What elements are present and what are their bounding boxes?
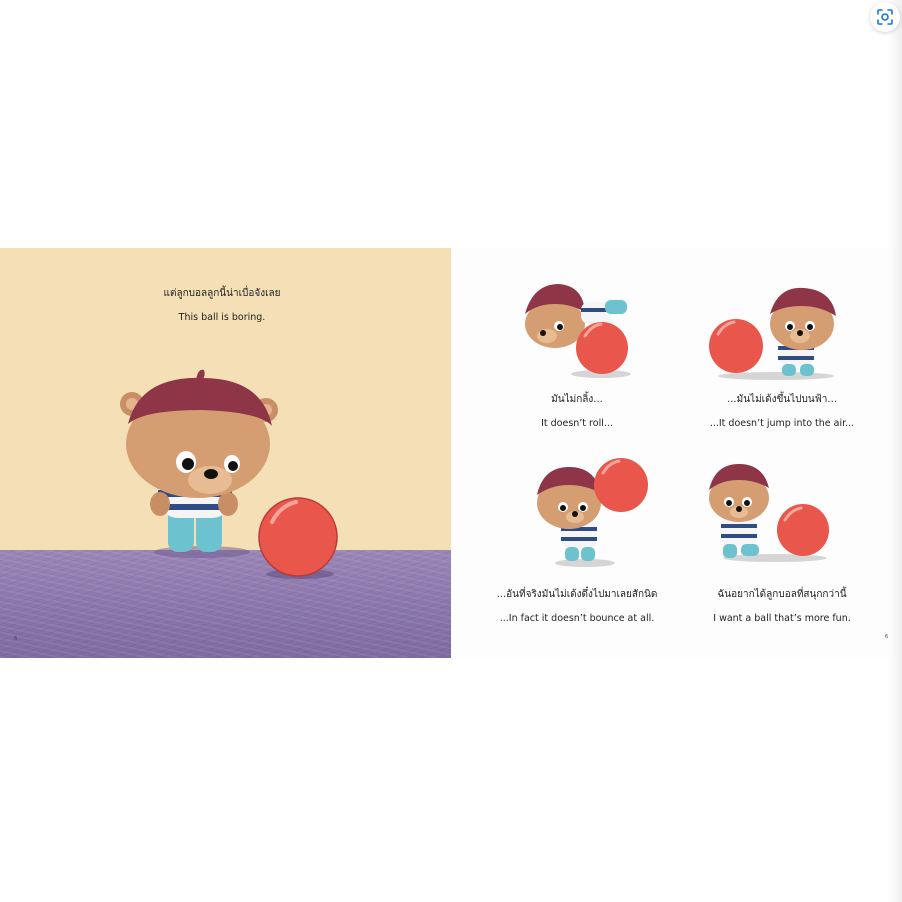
left-thai-text: แต่ลูกบอลลูกนี้น่าเบื่อจังเลย bbox=[163, 288, 281, 299]
panel-4-english: I want a ball that’s more fun. bbox=[713, 613, 851, 624]
panel-1-illustration bbox=[525, 284, 631, 378]
panel-3-thai: ...อันที่จริงมันไม่เด้งดึ๋งไปมาเลยสักนิด bbox=[496, 589, 658, 600]
panel-3-english: ...In fact it doesn’t bounce at all. bbox=[499, 613, 655, 624]
panel-1-english: It doesn’t roll... bbox=[541, 418, 613, 429]
right-page: มันไม่กลิ้ง... It doesn’t roll... ...มัน… bbox=[451, 248, 889, 658]
panel-2-thai: ...มันไม่เด้งขึ้นไปบนฟ้า... bbox=[727, 394, 837, 405]
lens-search-button[interactable] bbox=[870, 2, 900, 32]
book-spread: แต่ลูกบอลลูกนี้น่าเบื่อจังเลย This ball … bbox=[0, 248, 902, 658]
panel-2-english: ...It doesn’t jump into the air... bbox=[709, 418, 855, 429]
panel-4-illustration bbox=[709, 464, 829, 562]
panel-4-thai: ฉันอยากได้ลูกบอลที่สนุกกว่านี้ bbox=[717, 589, 847, 600]
lens-search-icon bbox=[877, 9, 893, 25]
red-ball-large bbox=[258, 497, 338, 579]
left-page-number: 6 bbox=[14, 636, 18, 642]
left-english-text: This ball is boring. bbox=[178, 312, 266, 323]
right-page-number: 6 bbox=[885, 634, 889, 640]
panel-2-illustration bbox=[709, 287, 836, 380]
panel-1-thai: มันไม่กลิ้ง... bbox=[551, 394, 603, 405]
left-page: แต่ลูกบอลลูกนี้น่าเบื่อจังเลย This ball … bbox=[0, 248, 451, 658]
panel-3-illustration bbox=[537, 458, 648, 567]
